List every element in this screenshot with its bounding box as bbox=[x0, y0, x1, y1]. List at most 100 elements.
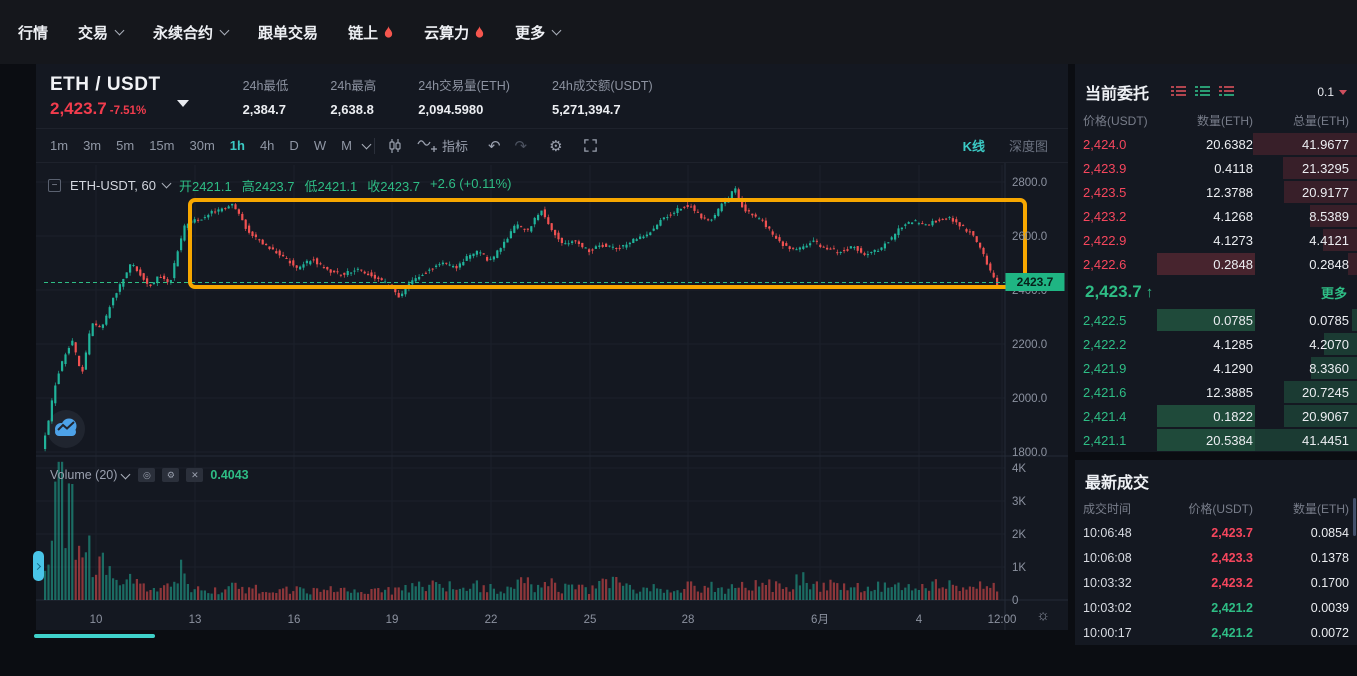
legend-dropdown-icon[interactable] bbox=[162, 179, 172, 189]
stat-24h交易量(ETH): 24h交易量(ETH)2,094.5980 bbox=[418, 75, 510, 117]
orderbook-column-headers: 价格(USDT)数量(ETH)总量(ETH) bbox=[1075, 108, 1357, 132]
view-both-icon[interactable] bbox=[1219, 86, 1234, 99]
mid-price-row: 2,423.7 ↑ 更多 bbox=[1075, 276, 1357, 308]
trade-time: 10:00:17 bbox=[1083, 626, 1163, 640]
nav-item-3[interactable]: 永续合约 bbox=[153, 22, 228, 43]
chevron-down-icon bbox=[115, 25, 125, 35]
order-qty: 4.1285 bbox=[1163, 337, 1253, 352]
svg-text:0: 0 bbox=[1012, 595, 1018, 607]
ask-row[interactable]: 2,424.020.638241.9677 bbox=[1075, 132, 1357, 156]
undo-icon[interactable]: ↶ bbox=[488, 137, 501, 155]
timeframe-4h[interactable]: 4h bbox=[260, 138, 274, 153]
chart-canvas[interactable]: 2800.02600.02400.02200.02000.01800.02423… bbox=[36, 163, 1068, 630]
trades-column-headers: 成交时间价格(USDT)数量(ETH) bbox=[1075, 496, 1357, 520]
nav-item-label: 永续合约 bbox=[153, 22, 213, 43]
view-asks-icon[interactable] bbox=[1171, 86, 1186, 99]
precision-caret-icon bbox=[1339, 90, 1347, 95]
ask-row[interactable]: 2,422.60.28480.2848 bbox=[1075, 252, 1357, 276]
nav-item-7[interactable]: 更多 bbox=[515, 22, 560, 43]
tab-kline[interactable]: K线 bbox=[963, 136, 985, 155]
order-total: 4.4121 bbox=[1253, 233, 1349, 248]
vertical-scrollbar-thumb[interactable] bbox=[1353, 498, 1356, 536]
volume-dropdown-icon[interactable] bbox=[121, 469, 131, 479]
timeframe-15m[interactable]: 15m bbox=[149, 138, 174, 153]
order-price: 2,422.5 bbox=[1083, 313, 1163, 328]
candle-style-icon[interactable] bbox=[387, 138, 403, 154]
redo-icon[interactable]: ↷ bbox=[515, 137, 528, 155]
order-total: 20.9177 bbox=[1253, 185, 1349, 200]
trade-row[interactable]: 10:06:482,423.70.0854 bbox=[1075, 520, 1357, 545]
nav-item-2[interactable]: 交易 bbox=[78, 22, 123, 43]
side-panel-toggle[interactable] bbox=[33, 551, 44, 581]
settings-gear-icon[interactable]: ⚙ bbox=[549, 137, 562, 155]
trade-row[interactable]: 10:06:082,423.30.1378 bbox=[1075, 545, 1357, 570]
trade-row[interactable]: 10:03:322,423.20.1700 bbox=[1075, 570, 1357, 595]
candlestick-layer bbox=[44, 186, 998, 451]
pair-selector[interactable]: ETH / USDT 2,423.7 -7.51% bbox=[50, 74, 189, 119]
order-qty: 0.4118 bbox=[1163, 161, 1253, 176]
timeframe-30m[interactable]: 30m bbox=[189, 138, 214, 153]
volume-settings-icon[interactable]: ⚙ bbox=[162, 468, 179, 482]
stat-24h最低: 24h最低2,384.7 bbox=[243, 75, 289, 117]
nav-item-4[interactable]: 跟单交易 bbox=[258, 22, 318, 43]
trade-price: 2,421.2 bbox=[1163, 626, 1253, 640]
volume-visibility-icon[interactable]: ◎ bbox=[138, 468, 155, 482]
bid-row[interactable]: 2,421.612.388520.7245 bbox=[1075, 380, 1357, 404]
horizontal-scrollbar-thumb[interactable] bbox=[34, 634, 155, 638]
svg-text:4: 4 bbox=[916, 614, 923, 626]
view-bids-icon[interactable] bbox=[1195, 86, 1210, 99]
trade-row[interactable]: 10:00:172,421.20.0072 bbox=[1075, 620, 1357, 645]
order-qty: 20.6382 bbox=[1163, 137, 1253, 152]
volume-close-icon[interactable]: ✕ bbox=[186, 468, 203, 482]
svg-text:6月: 6月 bbox=[811, 614, 829, 626]
nav-item-label: 交易 bbox=[78, 22, 108, 43]
trade-qty: 0.1378 bbox=[1253, 551, 1349, 565]
timeframe-D[interactable]: D bbox=[289, 138, 298, 153]
grid-layer bbox=[36, 165, 1005, 600]
ask-row[interactable]: 2,423.512.378820.9177 bbox=[1075, 180, 1357, 204]
candlestick-chart[interactable]: 2800.02600.02400.02200.02000.01800.02423… bbox=[36, 163, 1068, 630]
recent-trades-list: 成交时间价格(USDT)数量(ETH) 10:06:482,423.70.085… bbox=[1075, 496, 1357, 676]
order-price: 2,423.5 bbox=[1083, 185, 1163, 200]
precision-selector[interactable]: 0.1 bbox=[1317, 85, 1347, 99]
timeframe-3m[interactable]: 3m bbox=[83, 138, 101, 153]
bid-row[interactable]: 2,422.24.12854.2070 bbox=[1075, 332, 1357, 356]
trade-row[interactable]: 10:03:022,421.20.0039 bbox=[1075, 595, 1357, 620]
timeframe-W[interactable]: W bbox=[314, 138, 326, 153]
trade-price: 2,421.2 bbox=[1163, 601, 1253, 615]
annotation-box[interactable] bbox=[190, 200, 1025, 287]
depth-bar bbox=[1352, 309, 1357, 331]
tab-depth-chart[interactable]: 深度图 bbox=[1009, 136, 1048, 155]
timeframe-5m[interactable]: 5m bbox=[116, 138, 134, 153]
timeframe-1m[interactable]: 1m bbox=[50, 138, 68, 153]
ohlc-value: 收2423.7 bbox=[367, 176, 420, 195]
volume-label: Volume (20) bbox=[50, 468, 117, 482]
svg-text:3K: 3K bbox=[1012, 496, 1026, 508]
pair-dropdown-icon[interactable] bbox=[177, 100, 189, 107]
nav-item-6[interactable]: 云算力 bbox=[424, 22, 485, 43]
bid-row[interactable]: 2,421.40.182220.9067 bbox=[1075, 404, 1357, 428]
svg-text:2600.0: 2600.0 bbox=[1012, 231, 1047, 243]
more-link[interactable]: 更多 bbox=[1321, 283, 1347, 302]
price-change: -7.51% bbox=[110, 105, 146, 117]
order-qty: 0.1822 bbox=[1163, 409, 1253, 424]
ask-row[interactable]: 2,423.24.12688.5389 bbox=[1075, 204, 1357, 228]
ask-row[interactable]: 2,422.94.12734.4121 bbox=[1075, 228, 1357, 252]
svg-text:10: 10 bbox=[90, 614, 103, 626]
chart-toolbar: 1m 3m 5m 15m 30m 1h 4h D WM 指标 ↶ ↷ ⚙ K线 深度图 bbox=[36, 128, 1068, 163]
nav-item-5[interactable]: 链上 bbox=[348, 22, 394, 43]
volume-value: 0.4043 bbox=[210, 468, 248, 482]
timeframe-M[interactable]: M bbox=[341, 138, 352, 153]
timeframe-1h[interactable]: 1h bbox=[230, 138, 245, 153]
theme-sun-icon[interactable]: ☼ bbox=[1036, 607, 1050, 624]
stat-value: 2,094.5980 bbox=[418, 102, 510, 117]
fullscreen-icon[interactable] bbox=[583, 138, 598, 153]
bid-row[interactable]: 2,421.94.12908.3360 bbox=[1075, 356, 1357, 380]
nav-item-1[interactable]: 行情 bbox=[18, 22, 48, 43]
legend-collapse-icon[interactable]: − bbox=[48, 179, 61, 192]
bid-row[interactable]: 2,422.50.07850.0785 bbox=[1075, 308, 1357, 332]
ask-row[interactable]: 2,423.90.411821.3295 bbox=[1075, 156, 1357, 180]
bid-row[interactable]: 2,421.120.538441.4451 bbox=[1075, 428, 1357, 452]
order-price: 2,423.2 bbox=[1083, 209, 1163, 224]
indicator-button[interactable]: 指标 bbox=[417, 136, 468, 155]
